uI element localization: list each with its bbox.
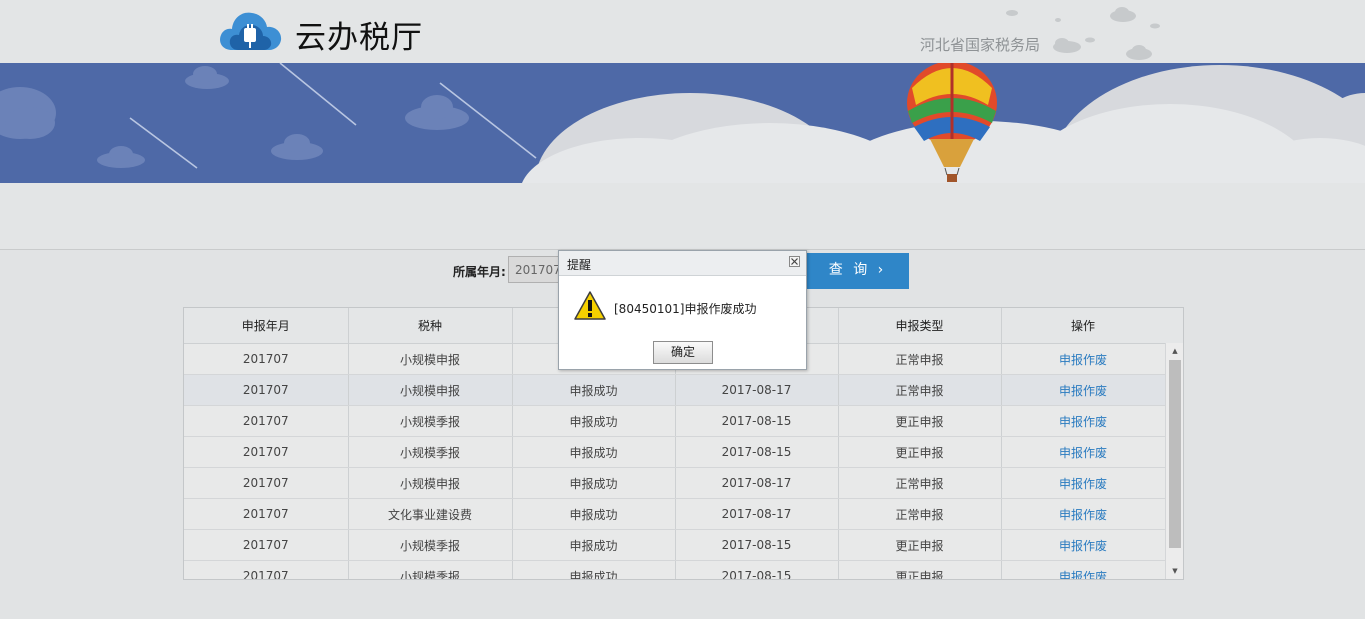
cell-period: 201707 bbox=[184, 405, 349, 437]
void-declaration-link[interactable]: 申报作废 bbox=[1001, 529, 1166, 561]
cell-tax-type: 小规模申报 bbox=[348, 467, 513, 499]
tax-bureau-name: 河北省国家税务局 bbox=[920, 36, 1041, 54]
warning-icon bbox=[574, 291, 606, 320]
column-header: 操作 bbox=[1001, 308, 1166, 344]
cell-status: 申报成功 bbox=[512, 405, 676, 437]
cell-status: 申报成功 bbox=[512, 529, 676, 561]
cell-declare-type: 更正申报 bbox=[838, 560, 1002, 579]
table-row: 201707 小规模季报 申报成功 2017-08-15 更正申报 申报作废 bbox=[184, 529, 1166, 561]
cell-status: 申报成功 bbox=[512, 467, 676, 499]
void-declaration-link[interactable]: 申报作废 bbox=[1001, 374, 1166, 406]
cell-date: 2017-08-17 bbox=[675, 467, 839, 499]
top-header: 云办税厅 河北省国家税务局 bbox=[0, 0, 1365, 63]
cell-tax-type: 小规模季报 bbox=[348, 529, 513, 561]
column-header: 申报年月 bbox=[184, 308, 349, 344]
table-row: 201707 小规模申报 申报成功 2017-08-17 正常申报 申报作废 bbox=[184, 467, 1166, 499]
void-declaration-link[interactable]: 申报作废 bbox=[1001, 560, 1166, 579]
cell-period: 201707 bbox=[184, 343, 349, 375]
cell-period: 201707 bbox=[184, 436, 349, 468]
cell-date: 2017-08-17 bbox=[675, 374, 839, 406]
void-declaration-link[interactable]: 申报作废 bbox=[1001, 343, 1166, 375]
table-row: 201707 小规模申报 申报成功 2017-08-17 正常申报 申报作废 bbox=[184, 374, 1166, 406]
cell-period: 201707 bbox=[184, 467, 349, 499]
cell-status: 申报成功 bbox=[512, 374, 676, 406]
cell-declare-type: 更正申报 bbox=[838, 529, 1002, 561]
cell-tax-type: 小规模季报 bbox=[348, 405, 513, 437]
query-button[interactable]: 查 询 › bbox=[806, 253, 909, 289]
cell-tax-type: 小规模申报 bbox=[348, 374, 513, 406]
cell-declare-type: 正常申报 bbox=[838, 343, 1002, 375]
dialog-titlebar: 提醒 bbox=[559, 251, 806, 276]
cell-declare-type: 更正申报 bbox=[838, 405, 1002, 437]
void-declaration-link[interactable]: 申报作废 bbox=[1001, 467, 1166, 499]
dialog-message: [80450101]申报作废成功 bbox=[614, 302, 757, 316]
scrollbar-thumb[interactable] bbox=[1169, 360, 1181, 548]
cell-declare-type: 正常申报 bbox=[838, 498, 1002, 530]
scroll-up-arrow-icon[interactable]: ▲ bbox=[1166, 345, 1183, 357]
table-row: 201707 文化事业建设费 申报成功 2017-08-17 正常申报 申报作废 bbox=[184, 498, 1166, 530]
cell-period: 201707 bbox=[184, 374, 349, 406]
banner-illustration bbox=[0, 63, 1365, 183]
cell-date: 2017-08-15 bbox=[675, 405, 839, 437]
scroll-down-arrow-icon[interactable]: ▼ bbox=[1166, 565, 1183, 577]
table-scrollbar[interactable]: ▲ ▼ bbox=[1165, 343, 1183, 579]
cell-date: 2017-08-15 bbox=[675, 560, 839, 579]
cell-period: 201707 bbox=[184, 560, 349, 579]
alert-dialog: 提醒 [80450101]申报作废成功 确定 bbox=[558, 250, 807, 370]
column-header: 申报类型 bbox=[838, 308, 1002, 344]
cell-tax-type: 小规模申报 bbox=[348, 343, 513, 375]
cell-date: 2017-08-15 bbox=[675, 436, 839, 468]
cell-declare-type: 更正申报 bbox=[838, 436, 1002, 468]
cell-period: 201707 bbox=[184, 498, 349, 530]
table-row: 201707 小规模季报 申报成功 2017-08-15 更正申报 申报作废 bbox=[184, 436, 1166, 468]
cell-status: 申报成功 bbox=[512, 436, 676, 468]
cell-status: 申报成功 bbox=[512, 498, 676, 530]
cell-tax-type: 文化事业建设费 bbox=[348, 498, 513, 530]
void-declaration-link[interactable]: 申报作废 bbox=[1001, 436, 1166, 468]
cell-date: 2017-08-17 bbox=[675, 498, 839, 530]
void-declaration-link[interactable]: 申报作废 bbox=[1001, 498, 1166, 530]
cell-tax-type: 小规模季报 bbox=[348, 436, 513, 468]
close-icon[interactable] bbox=[789, 256, 800, 267]
content-top-area bbox=[0, 183, 1365, 250]
ok-button[interactable]: 确定 bbox=[653, 341, 713, 364]
scrollbar-header-cap bbox=[1165, 308, 1183, 343]
cell-declare-type: 正常申报 bbox=[838, 374, 1002, 406]
month-label: 所属年月: bbox=[453, 265, 506, 279]
column-header: 税种 bbox=[348, 308, 513, 344]
table-row: 201707 小规模季报 申报成功 2017-08-15 更正申报 申报作废 bbox=[184, 405, 1166, 437]
cell-status: 申报成功 bbox=[512, 560, 676, 579]
cell-tax-type: 小规模季报 bbox=[348, 560, 513, 579]
void-declaration-link[interactable]: 申报作废 bbox=[1001, 405, 1166, 437]
cell-date: 2017-08-15 bbox=[675, 529, 839, 561]
banner bbox=[0, 63, 1365, 183]
header-cloud-decor bbox=[1006, 7, 1160, 60]
dialog-title: 提醒 bbox=[567, 258, 592, 272]
cell-declare-type: 正常申报 bbox=[838, 467, 1002, 499]
cell-period: 201707 bbox=[184, 529, 349, 561]
table-row: 201707 小规模季报 申报成功 2017-08-15 更正申报 申报作废 bbox=[184, 560, 1166, 579]
